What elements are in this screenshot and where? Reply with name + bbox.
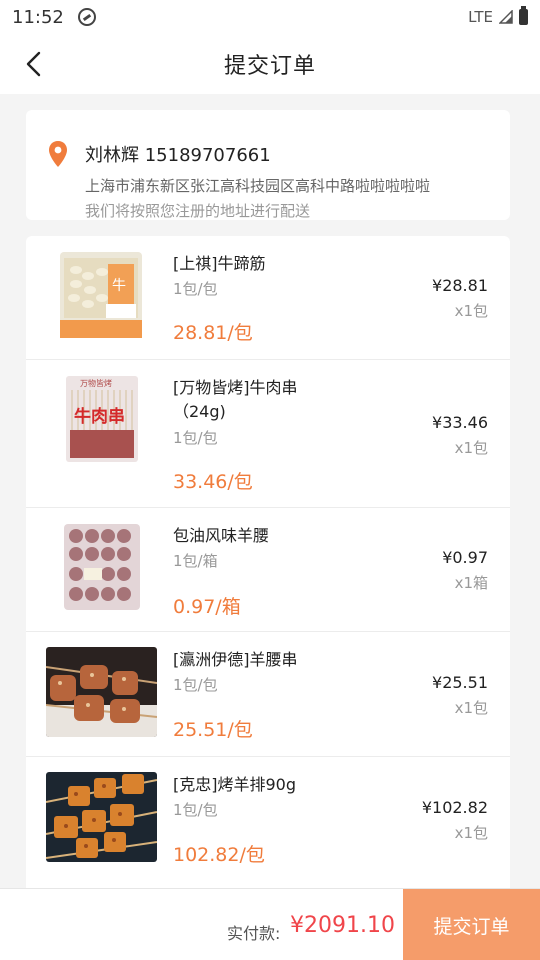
svg-text:牛: 牛 (112, 278, 126, 294)
product-price: ¥0.97 (442, 548, 488, 567)
goods-item[interactable]: 牛 [上祺]牛蹄筋 1包/包 28.81/包 ¥28.81 x1包 (26, 236, 510, 360)
goods-item[interactable]: [瀛洲伊德]羊腰串 1包/包 25.51/包 ¥25.51 x1包 (26, 632, 510, 757)
back-button[interactable] (18, 48, 48, 80)
product-name: [万物皆烤]牛肉串（24g) (173, 378, 298, 421)
submit-order-button[interactable]: 提交订单 (403, 889, 540, 960)
product-spec: 1包/包 (173, 676, 218, 694)
status-bar: 11:52 LTE (0, 0, 540, 34)
product-unit-price: 0.97/箱 (173, 596, 241, 618)
chevron-left-icon (26, 51, 41, 77)
product-price: ¥33.46 (432, 413, 488, 432)
product-name: [上祺]牛蹄筋 (173, 254, 266, 273)
product-quantity: x1包 (454, 824, 488, 842)
navigation-bar: 提交订单 (0, 34, 540, 94)
product-price: ¥25.51 (432, 673, 488, 692)
product-spec: 1包/包 (173, 280, 218, 298)
product-image: 牛肉串 万物皆烤 (46, 374, 157, 464)
delivery-note: 我们将按照您注册的地址进行配送 (85, 202, 311, 220)
product-spec: 1包/包 (173, 801, 218, 819)
product-unit-price: 33.46/包 (173, 471, 253, 493)
checkout-bar: 实付款: ¥2091.10 提交订单 (0, 888, 540, 960)
battery-icon (519, 6, 528, 25)
product-name: [瀛洲伊德]羊腰串 (173, 650, 298, 669)
product-name: [克忠]烤羊排90g (173, 775, 297, 794)
product-quantity: x1箱 (454, 574, 488, 592)
product-image (46, 522, 157, 612)
goods-item[interactable]: 包油风味羊腰 1包/箱 0.97/箱 ¥0.97 x1箱 (26, 508, 510, 632)
status-time: 11:52 (12, 6, 64, 28)
product-quantity: x1包 (454, 699, 488, 717)
network-type: LTE (468, 8, 493, 26)
product-spec: 1包/包 (173, 429, 218, 447)
do-not-disturb-icon (77, 8, 96, 26)
product-quantity: x1包 (454, 439, 488, 457)
goods-list: 牛 [上祺]牛蹄筋 1包/包 28.81/包 ¥28.81 x1包 牛肉串 万物… (26, 236, 510, 888)
signal-icon (499, 10, 513, 24)
product-image: 牛 (46, 250, 157, 340)
page-title: 提交订单 (223, 54, 316, 79)
product-unit-price: 25.51/包 (173, 719, 253, 741)
product-price: ¥28.81 (432, 276, 488, 295)
svg-text:万物皆烤: 万物皆烤 (80, 378, 112, 388)
address-detail: 上海市浦东新区张江高科技园区高科中路啦啦啦啦啦 (85, 177, 431, 195)
paid-amount: ¥2091.10 (290, 913, 395, 938)
order-content[interactable]: 刘林辉 15189707661 上海市浦东新区张江高科技园区高科中路啦啦啦啦啦 … (0, 94, 540, 888)
svg-text:牛肉串: 牛肉串 (74, 406, 125, 427)
product-quantity: x1包 (454, 302, 488, 320)
location-pin-icon (49, 141, 67, 167)
product-spec: 1包/箱 (173, 552, 218, 570)
product-unit-price: 102.82/包 (173, 844, 265, 866)
product-name: 包油风味羊腰 (173, 526, 270, 545)
status-indicators: LTE (468, 6, 528, 26)
product-price: ¥102.82 (421, 798, 488, 817)
product-image (46, 647, 157, 737)
product-image (46, 772, 157, 862)
goods-item[interactable]: 牛肉串 万物皆烤 [万物皆烤]牛肉串（24g) 1包/包 33.46/包 ¥33… (26, 360, 510, 508)
product-unit-price: 28.81/包 (173, 322, 253, 344)
recipient-name-phone: 刘林辉 15189707661 (85, 145, 271, 166)
goods-item[interactable]: [克忠]烤羊排90g 1包/包 102.82/包 ¥102.82 x1包 (26, 757, 510, 888)
address-card[interactable]: 刘林辉 15189707661 上海市浦东新区张江高科技园区高科中路啦啦啦啦啦 … (26, 110, 510, 220)
paid-label: 实付款: (227, 924, 281, 943)
